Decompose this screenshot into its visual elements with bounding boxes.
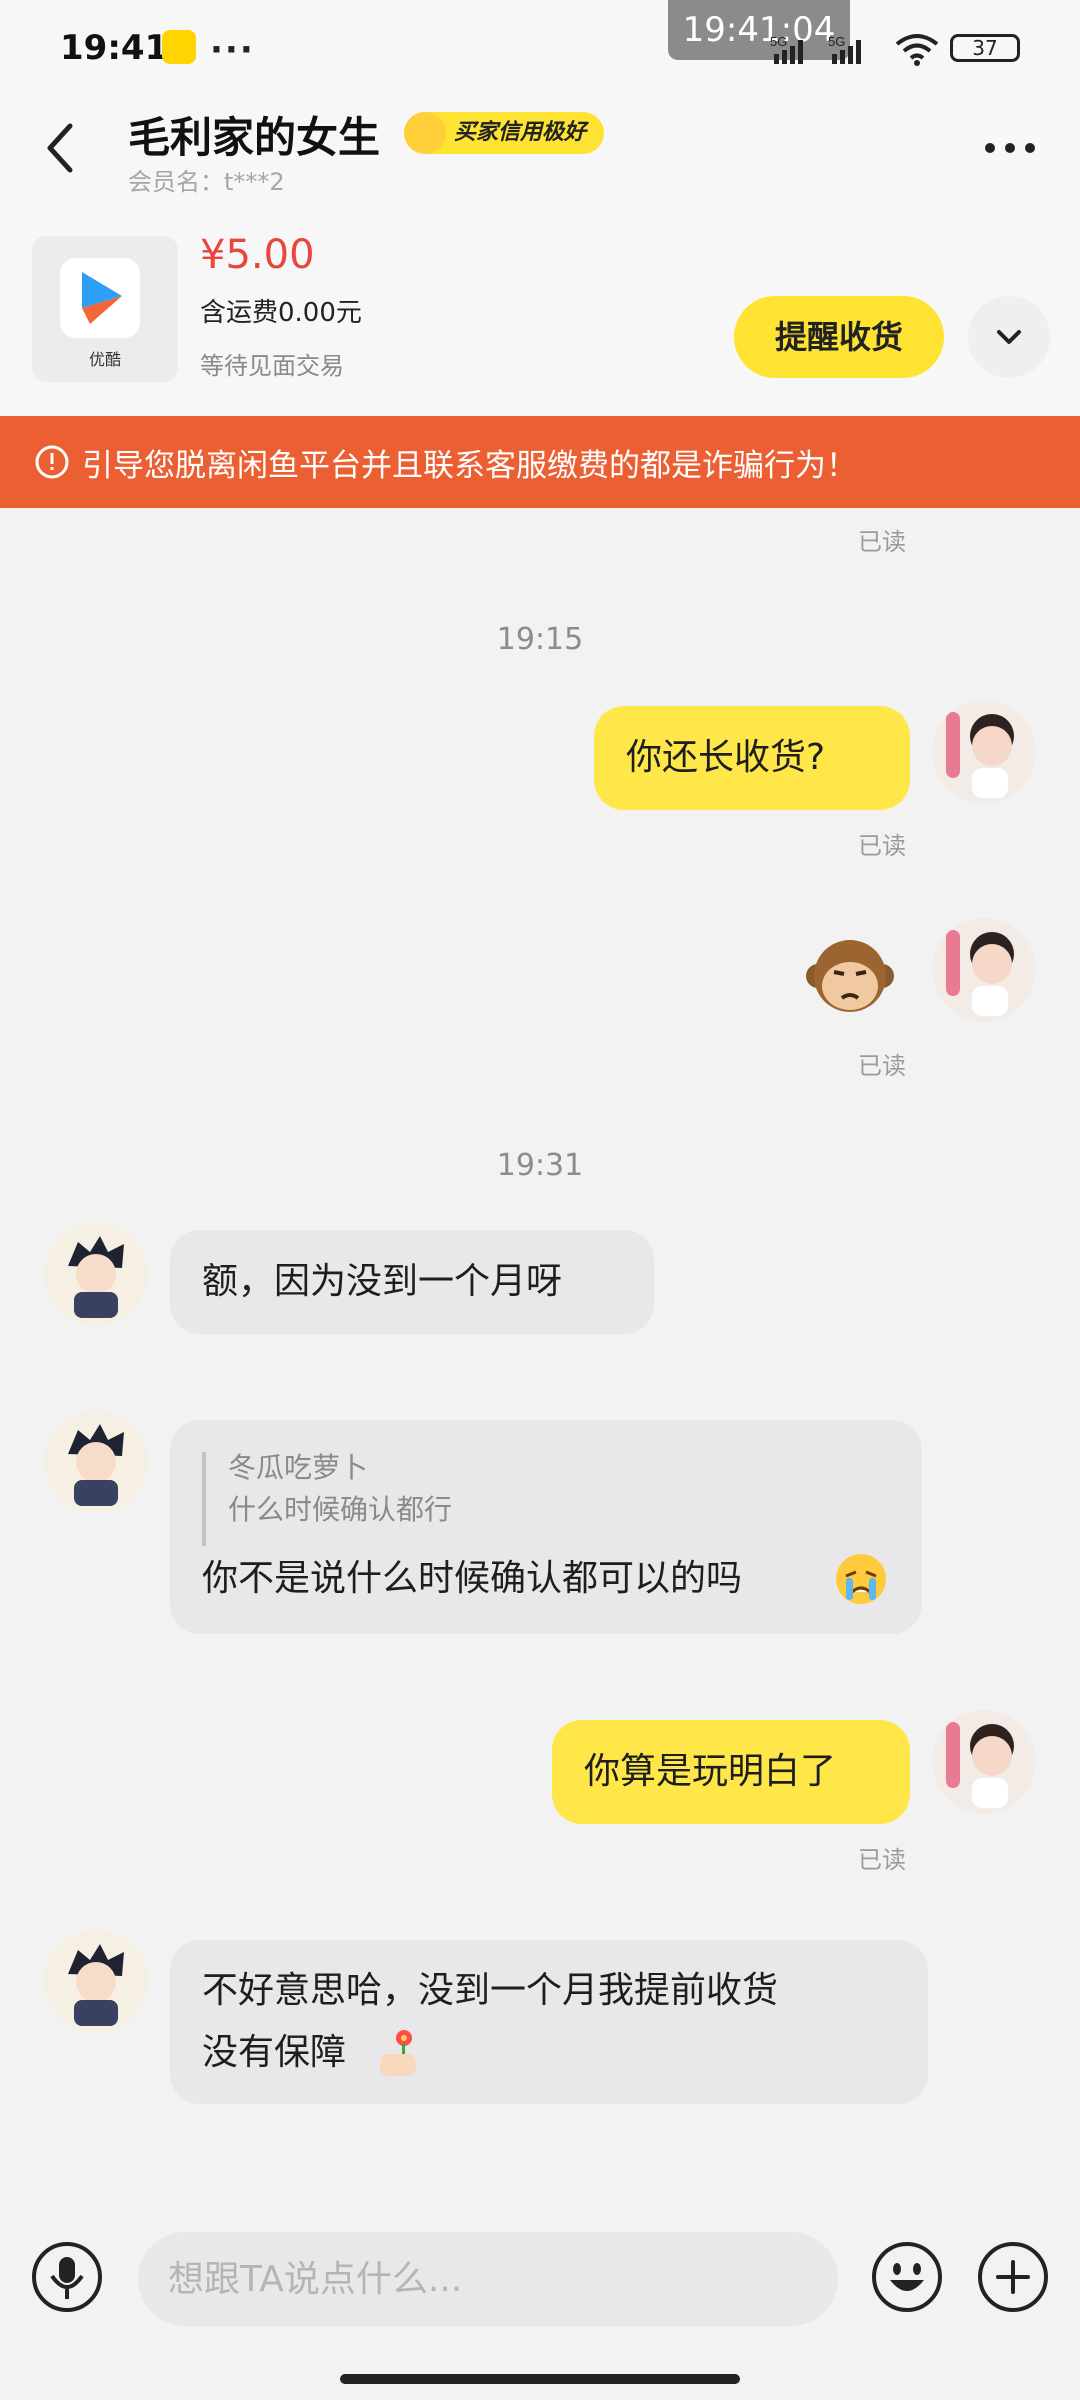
expand-chevron-icon — [997, 330, 1021, 344]
shipping-fee: 含运费0.00元 — [200, 298, 362, 328]
message-input[interactable] — [138, 2232, 838, 2326]
more-icon[interactable] — [980, 128, 1040, 168]
message-text: 你不是说什么时候确认都可以的吗 — [202, 1558, 743, 1599]
voice-icon[interactable] — [30, 2240, 104, 2314]
quote-bar — [202, 1452, 206, 1546]
member-name: 会员名：t***2 — [128, 168, 285, 196]
home-indicator[interactable] — [340, 2374, 740, 2384]
timestamp: 19:31 — [496, 1148, 584, 1183]
read-receipt: 已读 — [858, 1846, 906, 1874]
remind-receipt-button[interactable]: 提醒收货 — [734, 296, 944, 378]
status-time: 19:41 — [60, 28, 169, 68]
scam-warning-text: 引导您脱离闲鱼平台并且联系客服缴费的都是诈骗行为！ — [82, 448, 857, 484]
partner-avatar[interactable] — [44, 1410, 148, 1514]
credit-emoji-icon — [404, 112, 446, 154]
my-avatar[interactable] — [932, 918, 1036, 1022]
timestamp: 19:15 — [496, 622, 584, 657]
read-receipt: 已读 — [858, 528, 906, 556]
signal-label-1: 5G — [770, 34, 787, 49]
plus-icon[interactable] — [976, 2240, 1050, 2314]
my-avatar[interactable] — [932, 700, 1036, 804]
battery-indicator: 37 — [950, 34, 1020, 62]
signal-label-2: 5G — [828, 34, 845, 49]
my-avatar[interactable] — [932, 1710, 1036, 1814]
message-text-line-1: 不好意思哈，没到一个月我提前收货 — [202, 1970, 779, 2011]
trade-status: 等待见面交易 — [200, 352, 344, 380]
message-text-line-2: 没有保障 — [202, 2032, 347, 2073]
quote-author: 冬瓜吃萝卜 — [228, 1451, 369, 1484]
partner-avatar[interactable] — [44, 1930, 148, 2034]
partner-avatar[interactable] — [44, 1222, 148, 1326]
monkey-sticker[interactable] — [804, 932, 896, 1024]
signal-icon-2: 5G — [828, 34, 861, 64]
signal-icon: 5G — [770, 34, 803, 64]
quote-text: 什么时候确认都行 — [228, 1493, 453, 1526]
product-price: ¥5.00 — [200, 232, 315, 278]
emoji-icon[interactable] — [870, 2240, 944, 2314]
app-notification-icon — [162, 30, 196, 64]
message-bubble-in-quoted[interactable]: 冬瓜吃萝卜 什么时候确认都行 你不是说什么时候确认都可以的吗 — [170, 1420, 922, 1634]
message-bubble-out[interactable]: 你还长收货? — [594, 706, 910, 810]
warning-icon — [35, 445, 69, 479]
youku-logo-icon — [60, 258, 140, 338]
chat-partner-name: 毛利家的女生 — [128, 113, 381, 162]
message-bubble-in[interactable]: 额，因为没到一个月呀 — [170, 1230, 654, 1334]
crying-emoji-icon — [836, 1554, 886, 1604]
message-bubble-out[interactable]: 你算是玩明白了 — [552, 1720, 910, 1824]
product-thumb-label: 优酷 — [88, 350, 121, 369]
expand-button[interactable] — [968, 296, 1050, 378]
thumbs-up-flower-icon — [380, 2030, 416, 2076]
read-receipt: 已读 — [858, 832, 906, 860]
message-bubble-in-multiline[interactable]: 不好意思哈，没到一个月我提前收货 没有保障 — [170, 1940, 928, 2104]
wifi-icon — [895, 34, 939, 66]
back-icon[interactable] — [40, 118, 80, 178]
read-receipt: 已读 — [858, 1052, 906, 1080]
more-notifications-icon: ··· — [210, 30, 255, 70]
